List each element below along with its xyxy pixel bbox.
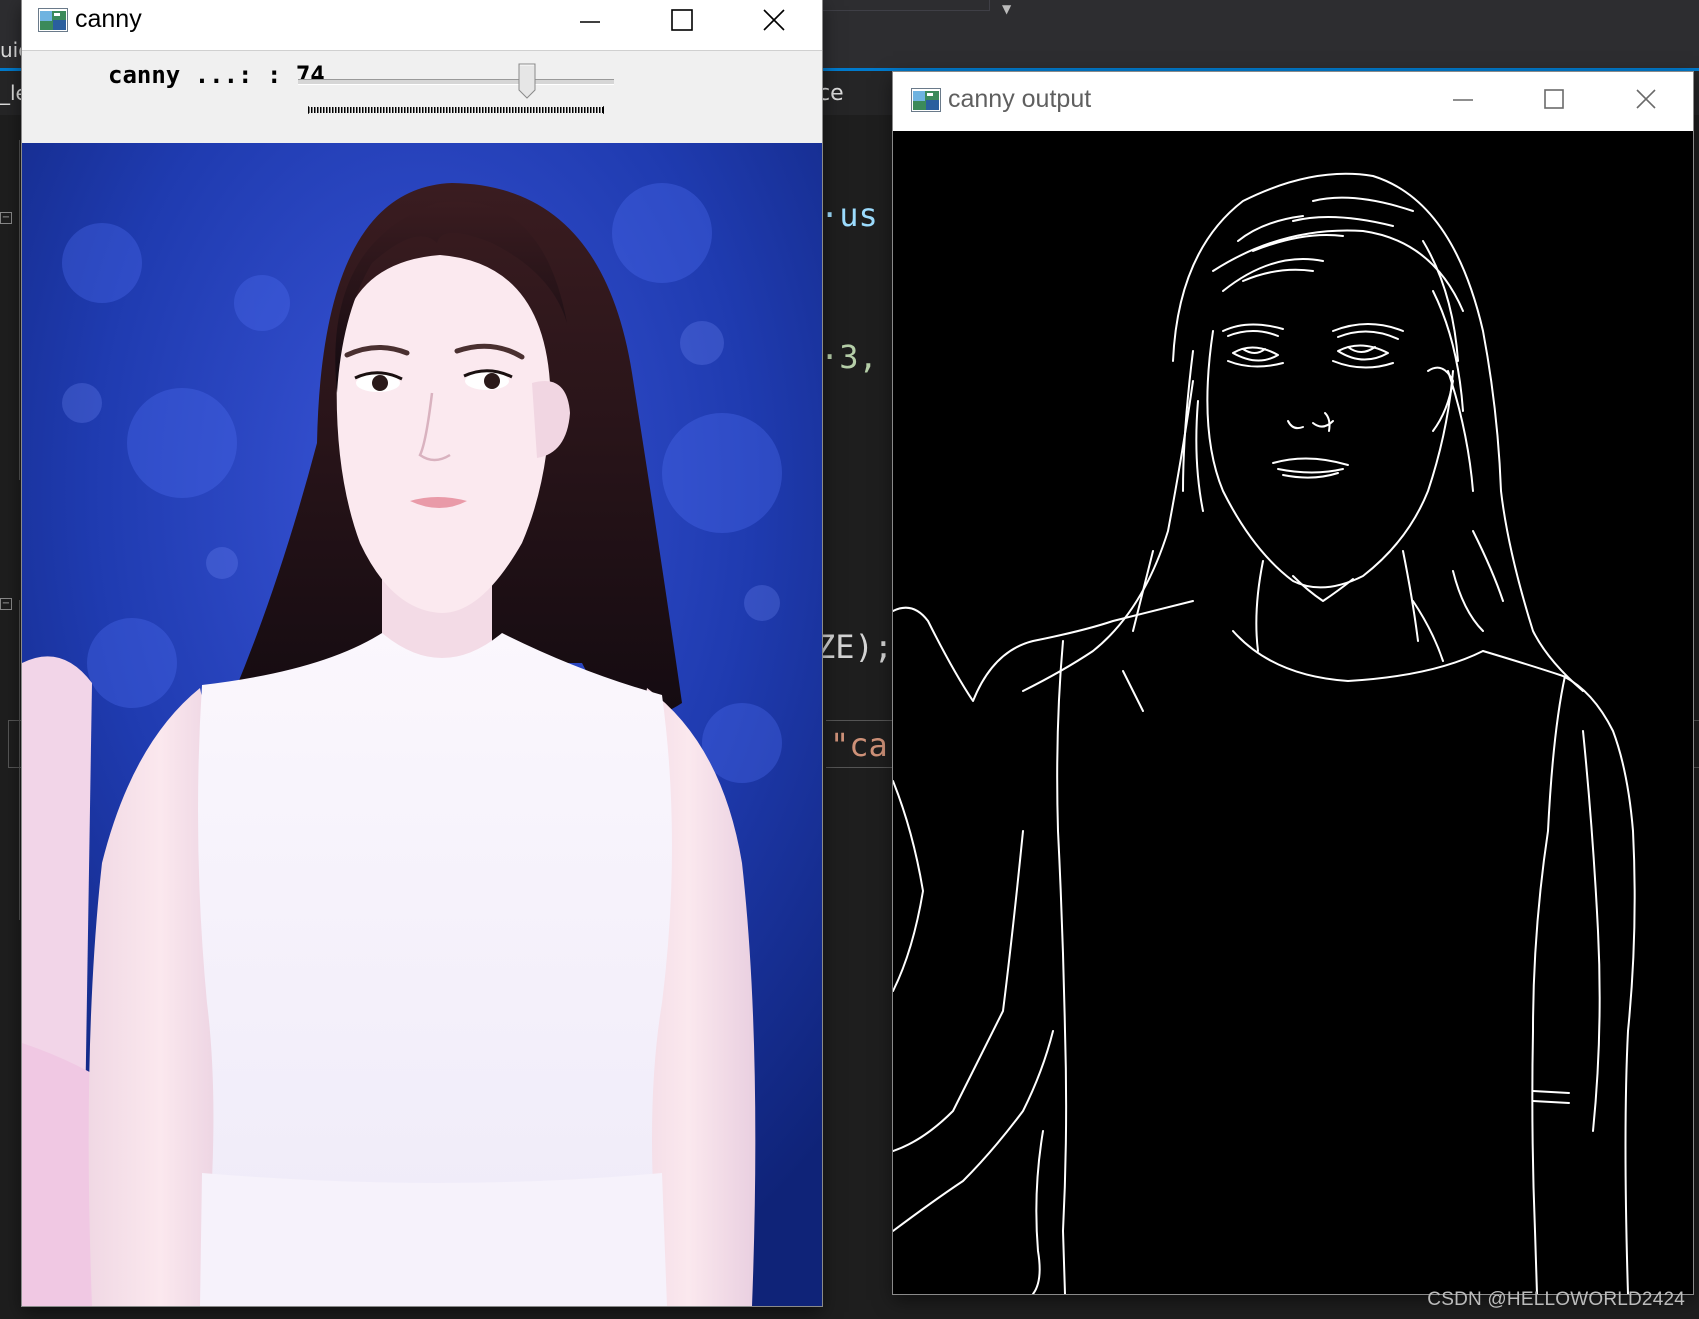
code-fragment: ·us (820, 196, 878, 234)
opencv-window-icon (911, 88, 941, 112)
minimize-icon (1453, 99, 1473, 101)
close-icon (1636, 89, 1656, 109)
slider-ticks (308, 106, 604, 114)
canny-output-window: canny output (893, 72, 1693, 1294)
slider-track[interactable] (298, 79, 614, 85)
ide-gutter-line (19, 140, 20, 480)
minimize-button[interactable] (1440, 80, 1486, 120)
window-title: canny output (948, 85, 1092, 113)
trackbar-label: canny ...: : 74 (108, 61, 325, 89)
minimize-button[interactable] (567, 2, 613, 42)
canny-window: canny canny ...: : 74 (22, 0, 822, 1306)
watermark: CSDN @HELLOWORLD2424 (1427, 1289, 1685, 1310)
ide-combo-box[interactable] (818, 0, 990, 11)
maximize-button[interactable] (659, 0, 705, 40)
maximize-button[interactable] (1531, 79, 1577, 119)
slider-thumb[interactable] (518, 63, 536, 99)
fold-collapse-icon[interactable]: − (0, 598, 12, 610)
maximize-icon (1544, 89, 1564, 109)
chevron-down-icon[interactable]: ▼ (1002, 2, 1011, 16)
code-fragment: "ca (830, 726, 888, 764)
code-fragment: ZE); (816, 628, 894, 666)
window-title: canny (75, 5, 142, 33)
fold-collapse-icon[interactable]: − (0, 212, 12, 224)
canny-edge-output (893, 131, 1693, 1294)
trackbar-panel: canny ...: : 74 (22, 51, 822, 143)
opencv-window-icon (38, 8, 68, 32)
close-button[interactable] (1623, 79, 1669, 119)
code-fragment: ·3, (820, 338, 878, 376)
close-icon (763, 9, 785, 31)
canny-output-titlebar[interactable]: canny output (893, 72, 1693, 131)
close-button[interactable] (751, 0, 797, 40)
maximize-icon (671, 9, 693, 31)
minimize-icon (580, 21, 600, 23)
input-photo (22, 143, 822, 1306)
canny-titlebar[interactable]: canny (22, 0, 822, 51)
